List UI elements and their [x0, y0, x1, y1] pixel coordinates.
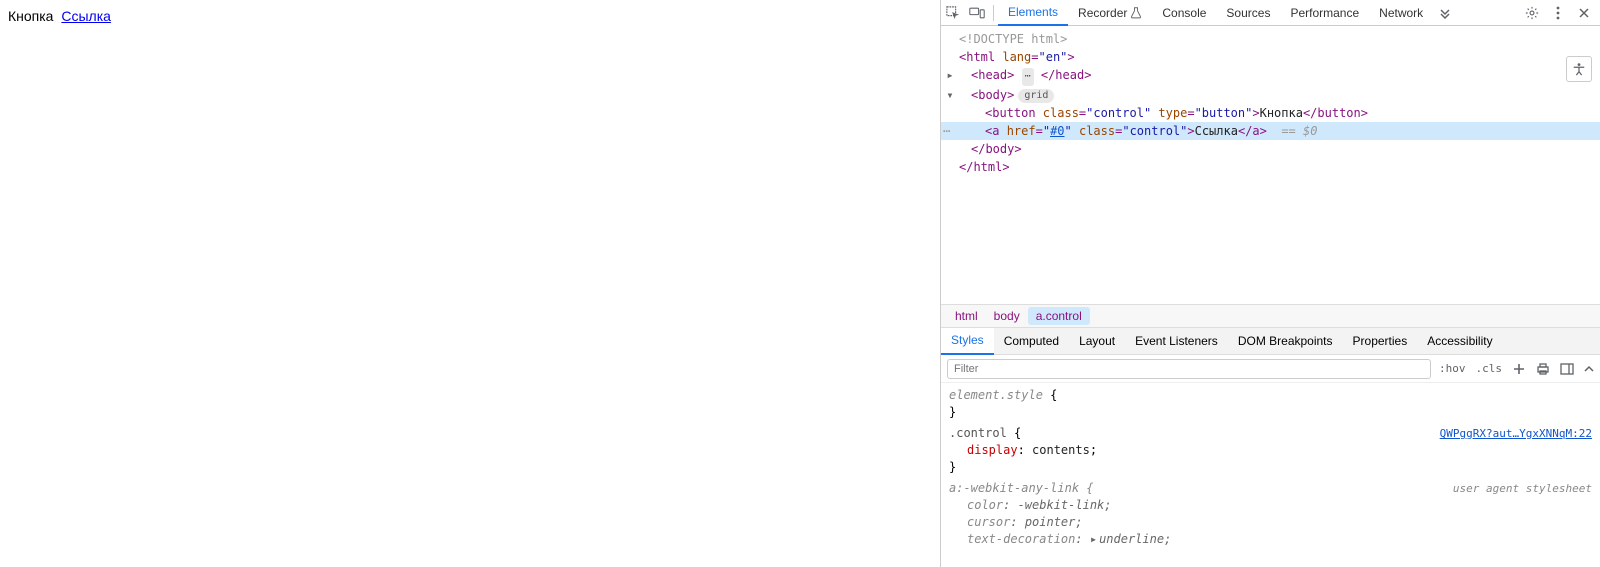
breadcrumb: html body a.control — [941, 304, 1600, 328]
rule-source-link[interactable]: QWPggRX?aut…YgxXNNqM:22 — [1440, 425, 1592, 442]
subtab-dom-breakpoints[interactable]: DOM Breakpoints — [1228, 328, 1343, 355]
grid-badge[interactable]: grid — [1018, 89, 1054, 103]
tab-recorder[interactable]: Recorder — [1068, 0, 1152, 26]
dom-a-node[interactable]: ⋯<a href="#0" class="control">Ссылка</a>… — [941, 122, 1600, 140]
devtools-tabbar: Elements Recorder Console Sources Perfor… — [941, 0, 1600, 26]
styles-subtabs: Styles Computed Layout Event Listeners D… — [941, 328, 1600, 355]
styles-rules[interactable]: element.style { } QWPggRX?aut…YgxXNNqM:2… — [941, 383, 1600, 567]
dom-html-open[interactable]: <html lang="en"> — [941, 48, 1600, 66]
subtab-computed[interactable]: Computed — [994, 328, 1069, 355]
rule-control[interactable]: QWPggRX?aut…YgxXNNqM:22 .control { displ… — [949, 425, 1592, 476]
rule-anylink[interactable]: user agent stylesheet a:-webkit-any-link… — [949, 480, 1592, 548]
tab-recorder-label: Recorder — [1078, 6, 1127, 20]
subtab-event-listeners[interactable]: Event Listeners — [1125, 328, 1228, 355]
more-tabs-icon[interactable] — [1433, 0, 1457, 26]
devtools-panel: Elements Recorder Console Sources Perfor… — [940, 0, 1600, 567]
tab-network[interactable]: Network — [1369, 0, 1433, 26]
crumb-body[interactable]: body — [986, 307, 1028, 325]
dom-doctype: <!DOCTYPE html> — [941, 30, 1600, 48]
rule-source-ua: user agent stylesheet — [1453, 480, 1592, 497]
crumb-html[interactable]: html — [947, 307, 986, 325]
device-toggle-icon[interactable] — [965, 0, 989, 26]
dom-html-close: </html> — [941, 158, 1600, 176]
dom-button-node[interactable]: <button class="control" type="button">Кн… — [941, 104, 1600, 122]
hov-toggle[interactable]: :hov — [1439, 362, 1466, 375]
tab-console[interactable]: Console — [1152, 0, 1216, 26]
subtab-styles[interactable]: Styles — [941, 328, 994, 355]
flask-icon — [1130, 7, 1142, 19]
tab-elements[interactable]: Elements — [998, 0, 1068, 26]
kebab-icon[interactable] — [1546, 0, 1570, 26]
subtab-accessibility[interactable]: Accessibility — [1417, 328, 1502, 355]
print-icon[interactable] — [1536, 362, 1550, 376]
inspect-icon[interactable] — [941, 0, 965, 26]
new-rule-icon[interactable] — [1512, 362, 1526, 376]
subtab-layout[interactable]: Layout — [1069, 328, 1125, 355]
styles-filter-input[interactable] — [947, 359, 1431, 379]
page-button[interactable]: Кнопка — [8, 8, 53, 24]
close-icon[interactable] — [1572, 0, 1596, 26]
dom-body-close: </body> — [941, 140, 1600, 158]
subtab-properties[interactable]: Properties — [1343, 328, 1418, 355]
tab-performance[interactable]: Performance — [1280, 0, 1369, 26]
divider — [993, 5, 994, 21]
rule-element-style[interactable]: element.style { } — [949, 387, 1592, 421]
dom-body-open[interactable]: ▾<body>grid — [941, 86, 1600, 104]
page-link[interactable]: Ссылка — [61, 8, 111, 24]
crumb-a-control[interactable]: a.control — [1028, 307, 1090, 325]
dom-head[interactable]: ▸<head> ⋯ </head> — [941, 66, 1600, 86]
dom-tree[interactable]: <!DOCTYPE html> <html lang="en"> ▸<head>… — [941, 26, 1600, 304]
tab-sources[interactable]: Sources — [1216, 0, 1280, 26]
styles-filter-row: :hov .cls — [941, 355, 1600, 383]
gear-icon[interactable] — [1520, 0, 1544, 26]
cls-toggle[interactable]: .cls — [1476, 362, 1503, 375]
chevron-up-icon[interactable] — [1584, 364, 1594, 374]
panel-layout-icon[interactable] — [1560, 362, 1574, 376]
page-viewport: Кнопка Ссылка — [0, 0, 940, 567]
